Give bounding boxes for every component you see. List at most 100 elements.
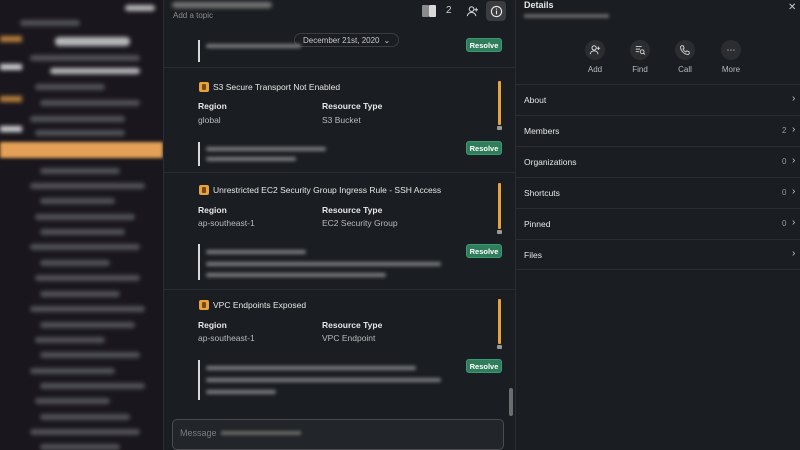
blurred-text [206, 378, 441, 382]
member-count[interactable]: 2 [446, 5, 452, 16]
sidebar-item[interactable] [40, 444, 120, 450]
message-separator [164, 67, 516, 68]
sidebar-item[interactable] [40, 383, 145, 389]
resource-type-label: Resource Type [322, 320, 383, 330]
sidebar-item[interactable] [30, 429, 140, 435]
details-section-about[interactable]: About › [516, 84, 800, 115]
resolve-button[interactable]: Resolve [466, 359, 502, 373]
blurred-text [206, 273, 386, 277]
blurred-text [206, 366, 416, 370]
find-action[interactable]: Find [620, 40, 660, 74]
more-icon: ⋯ [721, 40, 741, 60]
resource-type-value: EC2 Security Group [322, 218, 398, 228]
details-section-organizations[interactable]: Organizations 0 › [516, 146, 800, 177]
chevron-right-icon: › [792, 93, 796, 104]
chevron-right-icon: › [792, 217, 796, 228]
details-section-members[interactable]: Members 2 › [516, 115, 800, 146]
sidebar-item[interactable] [30, 368, 115, 374]
sidebar-item[interactable] [30, 244, 140, 250]
sidebar-item[interactable] [40, 260, 110, 266]
more-action[interactable]: ⋯ More [711, 40, 751, 74]
sidebar-item[interactable] [55, 37, 130, 46]
sidebar-item[interactable] [30, 116, 125, 122]
attachment-bar [198, 244, 200, 280]
details-section-shortcuts[interactable]: Shortcuts 0 › [516, 177, 800, 208]
sidebar-item[interactable] [50, 68, 140, 74]
alert-title-text: S3 Secure Transport Not Enabled [213, 82, 341, 92]
sidebar-item[interactable] [40, 198, 115, 204]
message-composer[interactable]: Message [172, 419, 504, 450]
sidebar-item[interactable] [35, 398, 110, 404]
region-label: Region [198, 101, 227, 111]
section-count: 0 [782, 157, 787, 166]
alert-icon [199, 82, 209, 92]
scrollbar-thumb[interactable] [509, 388, 513, 416]
add-person-icon [466, 5, 478, 16]
channel-view: Add a topic 2 December 21st, 2020 ⌄ Reso… [163, 0, 516, 450]
sidebar-item[interactable] [35, 214, 135, 220]
sidebar-item[interactable] [40, 168, 120, 174]
details-section-files[interactable]: Files › [516, 239, 800, 270]
sidebar-item[interactable] [20, 20, 80, 26]
section-label: About [524, 95, 547, 105]
alert-icon [199, 185, 209, 195]
sidebar-item[interactable] [35, 130, 125, 136]
alert-title: Unrestricted EC2 Security Group Ingress … [199, 185, 441, 195]
sidebar-item[interactable] [35, 337, 105, 343]
blurred-text [221, 431, 301, 435]
close-icon[interactable]: ✕ [788, 2, 796, 13]
sidebar [0, 0, 163, 450]
details-section-pinned[interactable]: Pinned 0 › [516, 208, 800, 239]
chevron-right-icon: › [792, 124, 796, 135]
alert-title: S3 Secure Transport Not Enabled [199, 82, 340, 92]
resolve-button[interactable]: Resolve [466, 38, 502, 52]
sidebar-item[interactable] [40, 414, 130, 420]
sidebar-item-active[interactable] [0, 142, 163, 158]
region-label: Region [198, 320, 227, 330]
resource-type-label: Resource Type [322, 101, 383, 111]
avatar-icon [422, 5, 436, 17]
member-avatars[interactable] [419, 1, 439, 21]
sidebar-accent [0, 64, 22, 70]
date-divider[interactable]: December 21st, 2020 ⌄ [294, 33, 400, 47]
blurred-text [206, 157, 296, 161]
region-value: ap-southeast-1 [198, 218, 255, 228]
section-label: Shortcuts [524, 188, 560, 198]
chevron-right-icon: › [792, 155, 796, 166]
region-value: global [198, 115, 221, 125]
add-action-label: Add [587, 65, 603, 74]
resolve-button[interactable]: Resolve [466, 244, 502, 258]
add-action[interactable]: Add [575, 40, 615, 74]
call-action[interactable]: Call [665, 40, 705, 74]
details-button[interactable] [486, 1, 506, 21]
sidebar-item[interactable] [35, 84, 105, 90]
composer-placeholder: Message [180, 428, 217, 438]
alert-title-text: Unrestricted EC2 Security Group Ingress … [213, 185, 442, 195]
sidebar-item[interactable] [30, 55, 140, 61]
chevron-right-icon: › [792, 186, 796, 197]
attachment-bar [198, 142, 200, 166]
resolve-button[interactable]: Resolve [466, 141, 502, 155]
message-separator [164, 172, 516, 173]
region-label: Region [198, 205, 227, 215]
sidebar-item[interactable] [40, 352, 140, 358]
add-people-button[interactable] [462, 1, 482, 21]
sidebar-item[interactable] [40, 100, 140, 106]
sidebar-item[interactable] [125, 5, 155, 11]
add-topic-link[interactable]: Add a topic [173, 11, 213, 20]
sidebar-item[interactable] [35, 275, 140, 281]
blurred-text [206, 250, 306, 254]
blurred-text [206, 147, 326, 151]
resource-type-value: S3 Bucket [322, 115, 361, 125]
sidebar-item[interactable] [30, 306, 145, 312]
sidebar-item[interactable] [40, 291, 120, 297]
details-panel: Details ✕ Add Find Call ⋯ More About › M… [515, 0, 800, 450]
chevron-down-icon: ⌄ [383, 35, 391, 45]
channel-title[interactable] [172, 2, 272, 8]
sidebar-accent [0, 126, 22, 132]
sidebar-item[interactable] [30, 183, 145, 189]
sidebar-accent [0, 36, 22, 42]
details-title: Details [524, 0, 554, 10]
sidebar-item[interactable] [40, 322, 135, 328]
sidebar-item[interactable] [40, 229, 125, 235]
